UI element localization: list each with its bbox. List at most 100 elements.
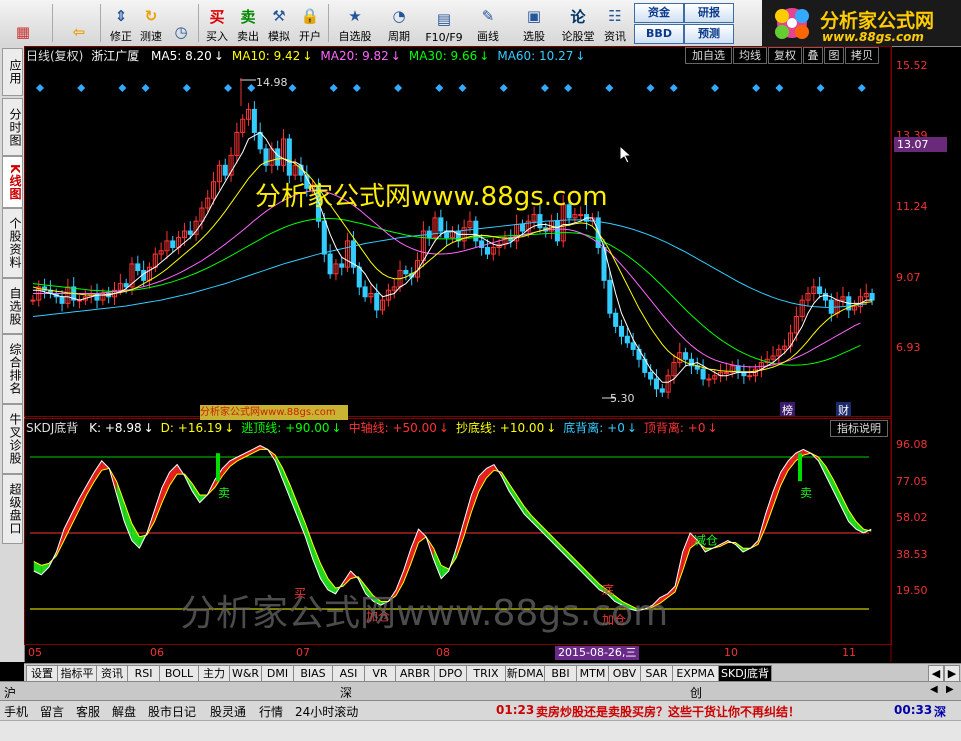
indicator-tab[interactable]: BIAS <box>293 665 333 682</box>
status-link[interactable]: 留言 <box>40 703 64 720</box>
top-diamond-marker <box>669 84 678 92</box>
sidebar-item[interactable]: 应用 <box>2 48 23 96</box>
toolbar-button-clock[interactable]: ◷ <box>167 2 195 44</box>
indicator-tab[interactable]: RSI <box>127 665 160 682</box>
toolbar-button-forum[interactable]: 论论股堂 <box>558 2 598 44</box>
down-arrow-icon: ↓ <box>438 421 449 435</box>
f10-icon: ▤ <box>436 10 452 28</box>
toolbar-button-back-arrow[interactable]: ⇦ <box>64 2 94 44</box>
indicator-tab[interactable]: BOLL <box>159 665 199 682</box>
toolbar-button-news[interactable]: ☷ 资讯 <box>600 2 630 44</box>
indicator-help-button[interactable]: 指标说明 <box>830 420 888 437</box>
tab-scroll-left-icon[interactable]: ◀ <box>928 665 944 682</box>
indicator-tab[interactable]: VR <box>364 665 396 682</box>
top-diamond-marker <box>816 84 825 92</box>
scroll-right-icon[interactable]: ▶ <box>946 684 954 695</box>
top-diamond-marker <box>752 84 761 92</box>
status-link[interactable]: 股灵通 <box>210 703 246 720</box>
indicator-tab[interactable]: 主力 <box>198 665 230 682</box>
sidebar-item[interactable]: 自选股 <box>2 278 23 334</box>
cy-index-label[interactable]: 创 <box>690 684 702 701</box>
news-ticker[interactable]: 卖房炒股还是卖股买房？这些干货让你不再纠结！ <box>536 703 800 720</box>
indicator-tab[interactable]: OBV <box>608 665 641 682</box>
toolbar-button-star[interactable]: ★ 自选股 <box>334 2 376 44</box>
candle-body <box>403 269 409 275</box>
toolbar-button-label: 周期 <box>388 30 410 43</box>
indicator-tab[interactable]: 指标平台 <box>57 665 97 695</box>
chart-tool-button[interactable]: 复权 <box>768 47 802 64</box>
toolbar-quick-button[interactable]: 研报 <box>684 3 734 23</box>
ma-value: MA10: 9.42 ↓ <box>232 49 312 63</box>
ma-value-text: MA5: 8.20 <box>151 49 212 63</box>
sidebar-item[interactable]: K线图 <box>2 156 23 208</box>
kline-chart[interactable]: 卖卖加仓 加仓底买减仓 <box>24 46 894 662</box>
indicator-tab[interactable]: SKDJ底背 <box>718 665 772 682</box>
indicator-tab[interactable]: EXPMA <box>672 665 719 682</box>
hammer-icon: ⚒ <box>272 7 286 25</box>
indicator-tab[interactable]: W&R <box>229 665 262 682</box>
indicator-tab[interactable]: SAR <box>640 665 673 682</box>
status-link[interactable]: 行情 <box>259 703 283 720</box>
candle-body <box>653 378 660 390</box>
price-axis-label: 11.24 <box>896 199 928 213</box>
top-diamond-marker <box>224 84 233 92</box>
candle-body <box>362 286 368 298</box>
status-link[interactable]: 解盘 <box>112 703 136 720</box>
finance-badge[interactable]: 财 <box>836 402 851 417</box>
toolbar: ▦ ⇦ ⇕ 修正 ↻ 测速 ◷ 买买入卖卖出 ⚒ 模拟 🔒 开户 ★ 自选股 ◔ 周期 ▤ F10/F9 ✎ 画线 ▣ 选… <box>0 0 961 47</box>
down-arrow-icon: ↓ <box>707 421 718 435</box>
candle-body <box>659 388 665 393</box>
toolbar-quick-button[interactable]: 资金 <box>634 3 684 23</box>
toolbar-button-cycle[interactable]: ◔ 周期 <box>381 2 417 44</box>
toolbar-button-f10[interactable]: ▤ F10/F9 <box>423 2 465 44</box>
indicator-value-text: 中轴线: +50.00 <box>348 421 437 435</box>
indicator-tab[interactable]: TRIX <box>466 665 506 682</box>
indicator-tab[interactable]: MTM <box>576 665 609 682</box>
sz-index-label[interactable]: 深 <box>340 684 352 701</box>
chart-tool-button[interactable]: 图 <box>824 47 844 64</box>
toolbar-button-hammer[interactable]: ⚒ 模拟 <box>265 2 293 44</box>
toolbar-button-grid[interactable]: ▦ <box>6 2 40 44</box>
toolbar-button-buy[interactable]: 买买入 <box>203 2 231 44</box>
period-label[interactable]: 日线(复权) <box>26 49 83 63</box>
status-link[interactable]: 股市日记 <box>148 703 196 720</box>
clock-suffix: 深 <box>934 705 947 719</box>
status-link[interactable]: 24小时滚动 <box>295 703 358 720</box>
indicator-name[interactable]: SKDJ底背 <box>26 421 78 435</box>
toolbar-button-sell[interactable]: 卖卖出 <box>234 2 262 44</box>
chart-tool-button[interactable]: 拷贝 <box>845 47 879 64</box>
indicator-value-text: K: +8.98 <box>89 421 142 435</box>
indicator-tab[interactable]: 设置 <box>26 665 58 682</box>
chart-tool-button[interactable]: 均线 <box>733 47 767 64</box>
toolbar-button-up-down[interactable]: ⇕ 修正 <box>107 2 135 44</box>
status-link[interactable]: 手机 <box>4 703 28 720</box>
scroll-left-icon[interactable]: ◀ <box>930 684 938 695</box>
sidebar-item[interactable]: 综合排名 <box>2 334 23 404</box>
sidebar-item[interactable]: 牛叉诊股 <box>2 404 23 474</box>
indicator-tab[interactable]: BBI <box>544 665 577 682</box>
toolbar-button-pen[interactable]: ✎ 画线 <box>470 2 506 44</box>
toolbar-quick-button[interactable]: 预测 <box>684 24 734 44</box>
sidebar-item[interactable]: 个股资料 <box>2 208 23 278</box>
sidebar-item[interactable]: 超级盘口 <box>2 474 23 544</box>
indicator-tab[interactable]: ASI <box>332 665 365 682</box>
indicator-tab[interactable]: DMI <box>261 665 294 682</box>
toolbar-button-select[interactable]: ▣ 选股 <box>514 2 554 44</box>
indicator-tab[interactable]: 资讯 <box>96 665 128 682</box>
toolbar-button-lock[interactable]: 🔒 开户 <box>296 2 324 44</box>
toolbar-button-refresh[interactable]: ↻ 测速 <box>137 2 165 44</box>
chart-tool-button[interactable]: 加自选 <box>685 47 732 64</box>
indicator-tab[interactable]: ARBR <box>395 665 435 682</box>
chart-tool-button[interactable]: 叠 <box>803 47 823 64</box>
tab-scroll-right-icon[interactable]: ▶ <box>944 665 960 682</box>
indicator-tab[interactable]: 新DMA <box>505 665 545 682</box>
toolbar-quick-button[interactable]: BBD <box>634 24 684 44</box>
sidebar-item[interactable]: 分时图 <box>2 98 23 156</box>
top-diamond-marker <box>564 84 573 92</box>
ranking-badge[interactable]: 榜 <box>780 402 795 417</box>
status-link[interactable]: 客服 <box>76 703 100 720</box>
select-icon: ▣ <box>526 7 542 25</box>
candle-body <box>683 352 689 360</box>
indicator-tab[interactable]: DPO <box>434 665 467 682</box>
sh-index-label[interactable]: 沪 <box>4 684 16 701</box>
